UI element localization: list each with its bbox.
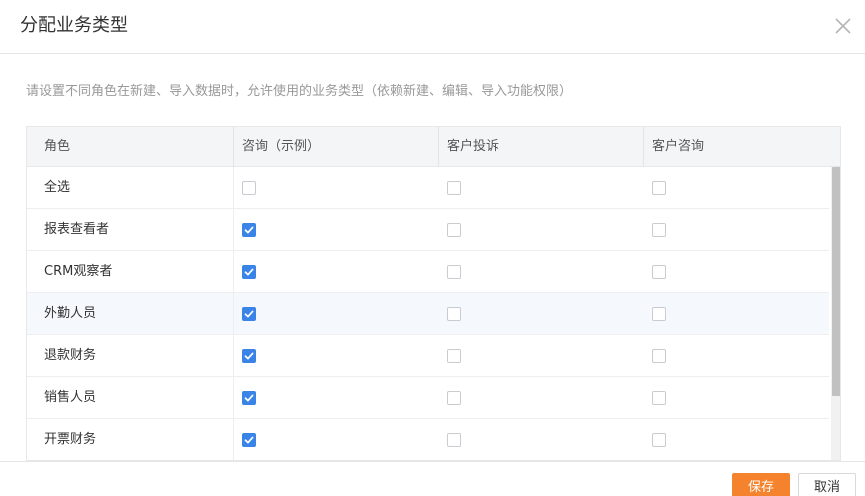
checkbox-customer-complaint[interactable] xyxy=(447,181,461,195)
column-header-customer-consult: 客户咨询 xyxy=(652,139,705,154)
checkbox-consult-example[interactable] xyxy=(242,265,256,279)
checkmark-icon xyxy=(244,394,254,402)
dialog-footer: 保存 取消 xyxy=(0,461,865,496)
column-divider xyxy=(233,335,234,377)
cancel-button[interactable]: 取消 xyxy=(798,473,856,496)
dialog-title: 分配业务类型 xyxy=(20,15,128,36)
checkbox-consult-example[interactable] xyxy=(242,307,256,321)
checkbox-consult-example[interactable] xyxy=(242,349,256,363)
checkbox-customer-consult[interactable] xyxy=(652,391,666,405)
role-name: CRM观察者 xyxy=(44,264,113,279)
checkbox-customer-consult[interactable] xyxy=(652,181,666,195)
column-divider xyxy=(233,377,234,419)
close-button[interactable] xyxy=(833,16,853,36)
checkbox-customer-complaint[interactable] xyxy=(447,265,461,279)
dialog-description: 请设置不同角色在新建、导入数据时，允许使用的业务类型（依赖新建、编辑、导入功能权… xyxy=(26,84,573,99)
checkbox-customer-consult[interactable] xyxy=(652,433,666,447)
checkbox-customer-complaint[interactable] xyxy=(447,349,461,363)
table-row: 退款财务 xyxy=(27,335,829,377)
table-row: CRM观察者 xyxy=(27,251,829,293)
role-name: 退款财务 xyxy=(44,348,97,363)
checkbox-customer-complaint[interactable] xyxy=(447,391,461,405)
table-scrollbar[interactable] xyxy=(831,167,840,460)
role-name: 开票财务 xyxy=(44,432,97,447)
checkbox-customer-complaint[interactable] xyxy=(447,433,461,447)
business-type-table: 角色 咨询（示例） 客户投诉 客户咨询 全选报表查看者 CRM观察者 外勤人员退款财… xyxy=(26,126,841,461)
scrollbar-thumb[interactable] xyxy=(832,167,840,396)
column-header-consult-example: 咨询（示例） xyxy=(242,139,321,154)
checkbox-customer-consult[interactable] xyxy=(652,265,666,279)
column-divider xyxy=(233,167,234,209)
column-divider xyxy=(438,127,439,167)
checkbox-consult-example[interactable] xyxy=(242,181,256,195)
table-row: 报表查看者 xyxy=(27,209,829,251)
checkbox-consult-example[interactable] xyxy=(242,391,256,405)
role-name: 全选 xyxy=(44,180,71,195)
column-header-role: 角色 xyxy=(44,139,71,154)
checkbox-customer-consult[interactable] xyxy=(652,307,666,321)
checkmark-icon xyxy=(244,436,254,444)
checkbox-consult-example[interactable] xyxy=(242,223,256,237)
checkbox-customer-consult[interactable] xyxy=(652,349,666,363)
checkbox-customer-complaint[interactable] xyxy=(447,223,461,237)
checkbox-consult-example[interactable] xyxy=(242,433,256,447)
checkbox-customer-complaint[interactable] xyxy=(447,307,461,321)
column-divider xyxy=(643,127,644,167)
table-row: 外勤人员 xyxy=(27,293,829,335)
dialog-header: 分配业务类型 xyxy=(0,0,865,54)
table-row: 全选 xyxy=(27,167,829,209)
table-row: 开票财务 xyxy=(27,419,829,460)
column-header-customer-complaint: 客户投诉 xyxy=(447,139,500,154)
checkbox-customer-consult[interactable] xyxy=(652,223,666,237)
role-name: 销售人员 xyxy=(44,390,97,405)
table-row: 销售人员 xyxy=(27,377,829,419)
column-divider xyxy=(233,419,234,460)
role-name: 报表查看者 xyxy=(44,222,110,237)
role-name: 外勤人员 xyxy=(44,306,97,321)
column-divider xyxy=(233,127,234,167)
table-header: 角色 咨询（示例） 客户投诉 客户咨询 xyxy=(27,126,840,167)
column-divider xyxy=(233,251,234,293)
column-divider xyxy=(233,209,234,251)
checkmark-icon xyxy=(244,226,254,234)
checkmark-icon xyxy=(244,352,254,360)
close-icon xyxy=(835,18,851,34)
checkmark-icon xyxy=(244,268,254,276)
save-button[interactable]: 保存 xyxy=(732,473,790,496)
checkmark-icon xyxy=(244,310,254,318)
column-divider xyxy=(233,293,234,335)
table-body: 全选报表查看者 CRM观察者 外勤人员退款财务销售人员开票财务 xyxy=(27,167,829,460)
